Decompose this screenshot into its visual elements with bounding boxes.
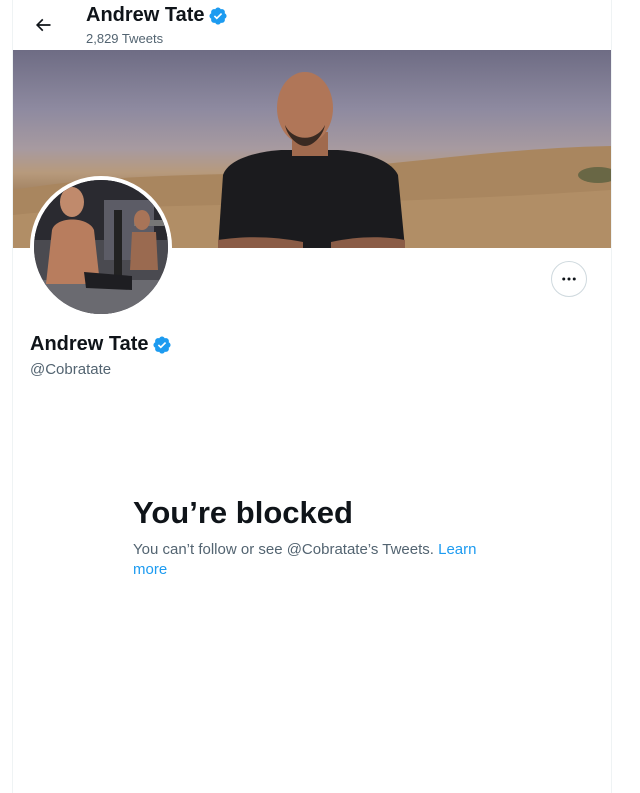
back-button[interactable] (27, 9, 59, 41)
blocked-message: You can’t follow or see @Cobratate’s Twe… (133, 540, 503, 580)
blocked-message-text: You can’t follow or see @Cobratate’s Twe… (133, 541, 434, 558)
verified-badge-icon (209, 6, 227, 25)
blocked-title: You’re blocked (133, 495, 353, 530)
profile-header: Andrew Tate 2,829 Tweets (13, 0, 611, 50)
profile-name: Andrew Tate (30, 333, 172, 356)
header-name-text: Andrew Tate (86, 4, 205, 26)
verified-badge-icon (153, 335, 171, 354)
profile-name-text: Andrew Tate (30, 333, 149, 355)
tweet-count: 2,829 Tweets (86, 31, 164, 46)
more-options-button[interactable] (551, 261, 587, 297)
profile-column: Andrew Tate 2,829 Tweets Andrew Tate @Co… (12, 0, 612, 793)
profile-avatar[interactable] (30, 176, 172, 318)
ellipsis-icon (562, 277, 576, 281)
avatar-photo (34, 180, 168, 314)
header-title: Andrew Tate (86, 4, 228, 27)
profile-handle: @Cobratate (30, 361, 112, 378)
arrow-left-icon (35, 18, 51, 32)
